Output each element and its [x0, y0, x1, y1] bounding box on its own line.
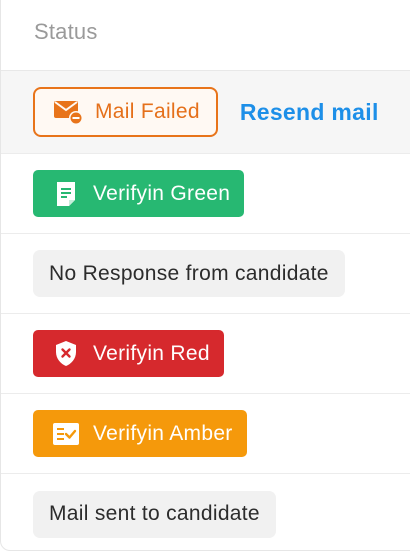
status-column-header[interactable]: Status [1, 0, 410, 71]
table-row: Verifyin Green [1, 154, 410, 234]
status-badge-label: Mail sent to candidate [49, 502, 260, 525]
shield-x-icon [51, 339, 81, 369]
table-row: Mail Failed Resend mail [1, 71, 410, 154]
column-header-label: Status [34, 19, 98, 44]
status-badge-label: Verifyin Amber [93, 421, 233, 445]
mail-failed-icon [53, 97, 83, 127]
document-icon [51, 179, 81, 209]
status-badge-no-response: No Response from candidate [33, 250, 345, 297]
resend-mail-link[interactable]: Resend mail [240, 99, 379, 126]
status-badge-label: No Response from candidate [49, 261, 329, 285]
status-badge-label: Verifyin Green [93, 181, 231, 205]
checklist-icon [51, 419, 81, 449]
table-row: Mail sent to candidate [1, 474, 410, 550]
status-badge-verifyin-red: Verifyin Red [33, 330, 224, 377]
table-row: Verifyin Amber [1, 394, 410, 474]
table-row: No Response from candidate [1, 234, 410, 314]
status-badge-mail-sent: Mail sent to candidate [33, 490, 276, 538]
status-badge-verifyin-green: Verifyin Green [33, 170, 245, 217]
status-column: Status Mail Failed Resend mail Verifyin … [0, 0, 410, 551]
table-row: Verifyin Red [1, 314, 410, 394]
status-badge-mail-failed: Mail Failed [33, 87, 218, 137]
status-badge-label: Verifyin Red [93, 341, 210, 365]
status-badge-verifyin-amber: Verifyin Amber [33, 410, 247, 457]
status-badge-label: Mail Failed [95, 100, 200, 123]
